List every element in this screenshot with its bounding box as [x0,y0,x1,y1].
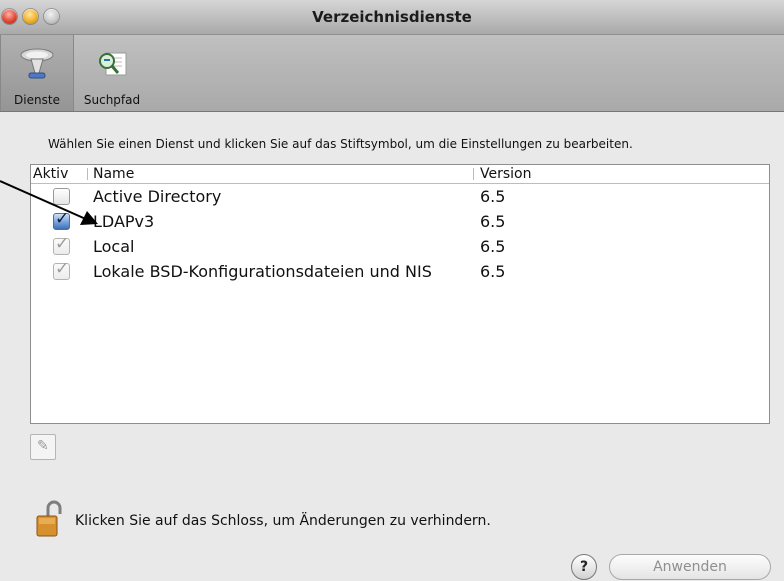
arrow-line [0,180,89,221]
annotation-arrow [0,180,98,225]
directory-services-window: Verzeichnisdienste Dienste Suchpfad Wähl… [0,0,784,581]
